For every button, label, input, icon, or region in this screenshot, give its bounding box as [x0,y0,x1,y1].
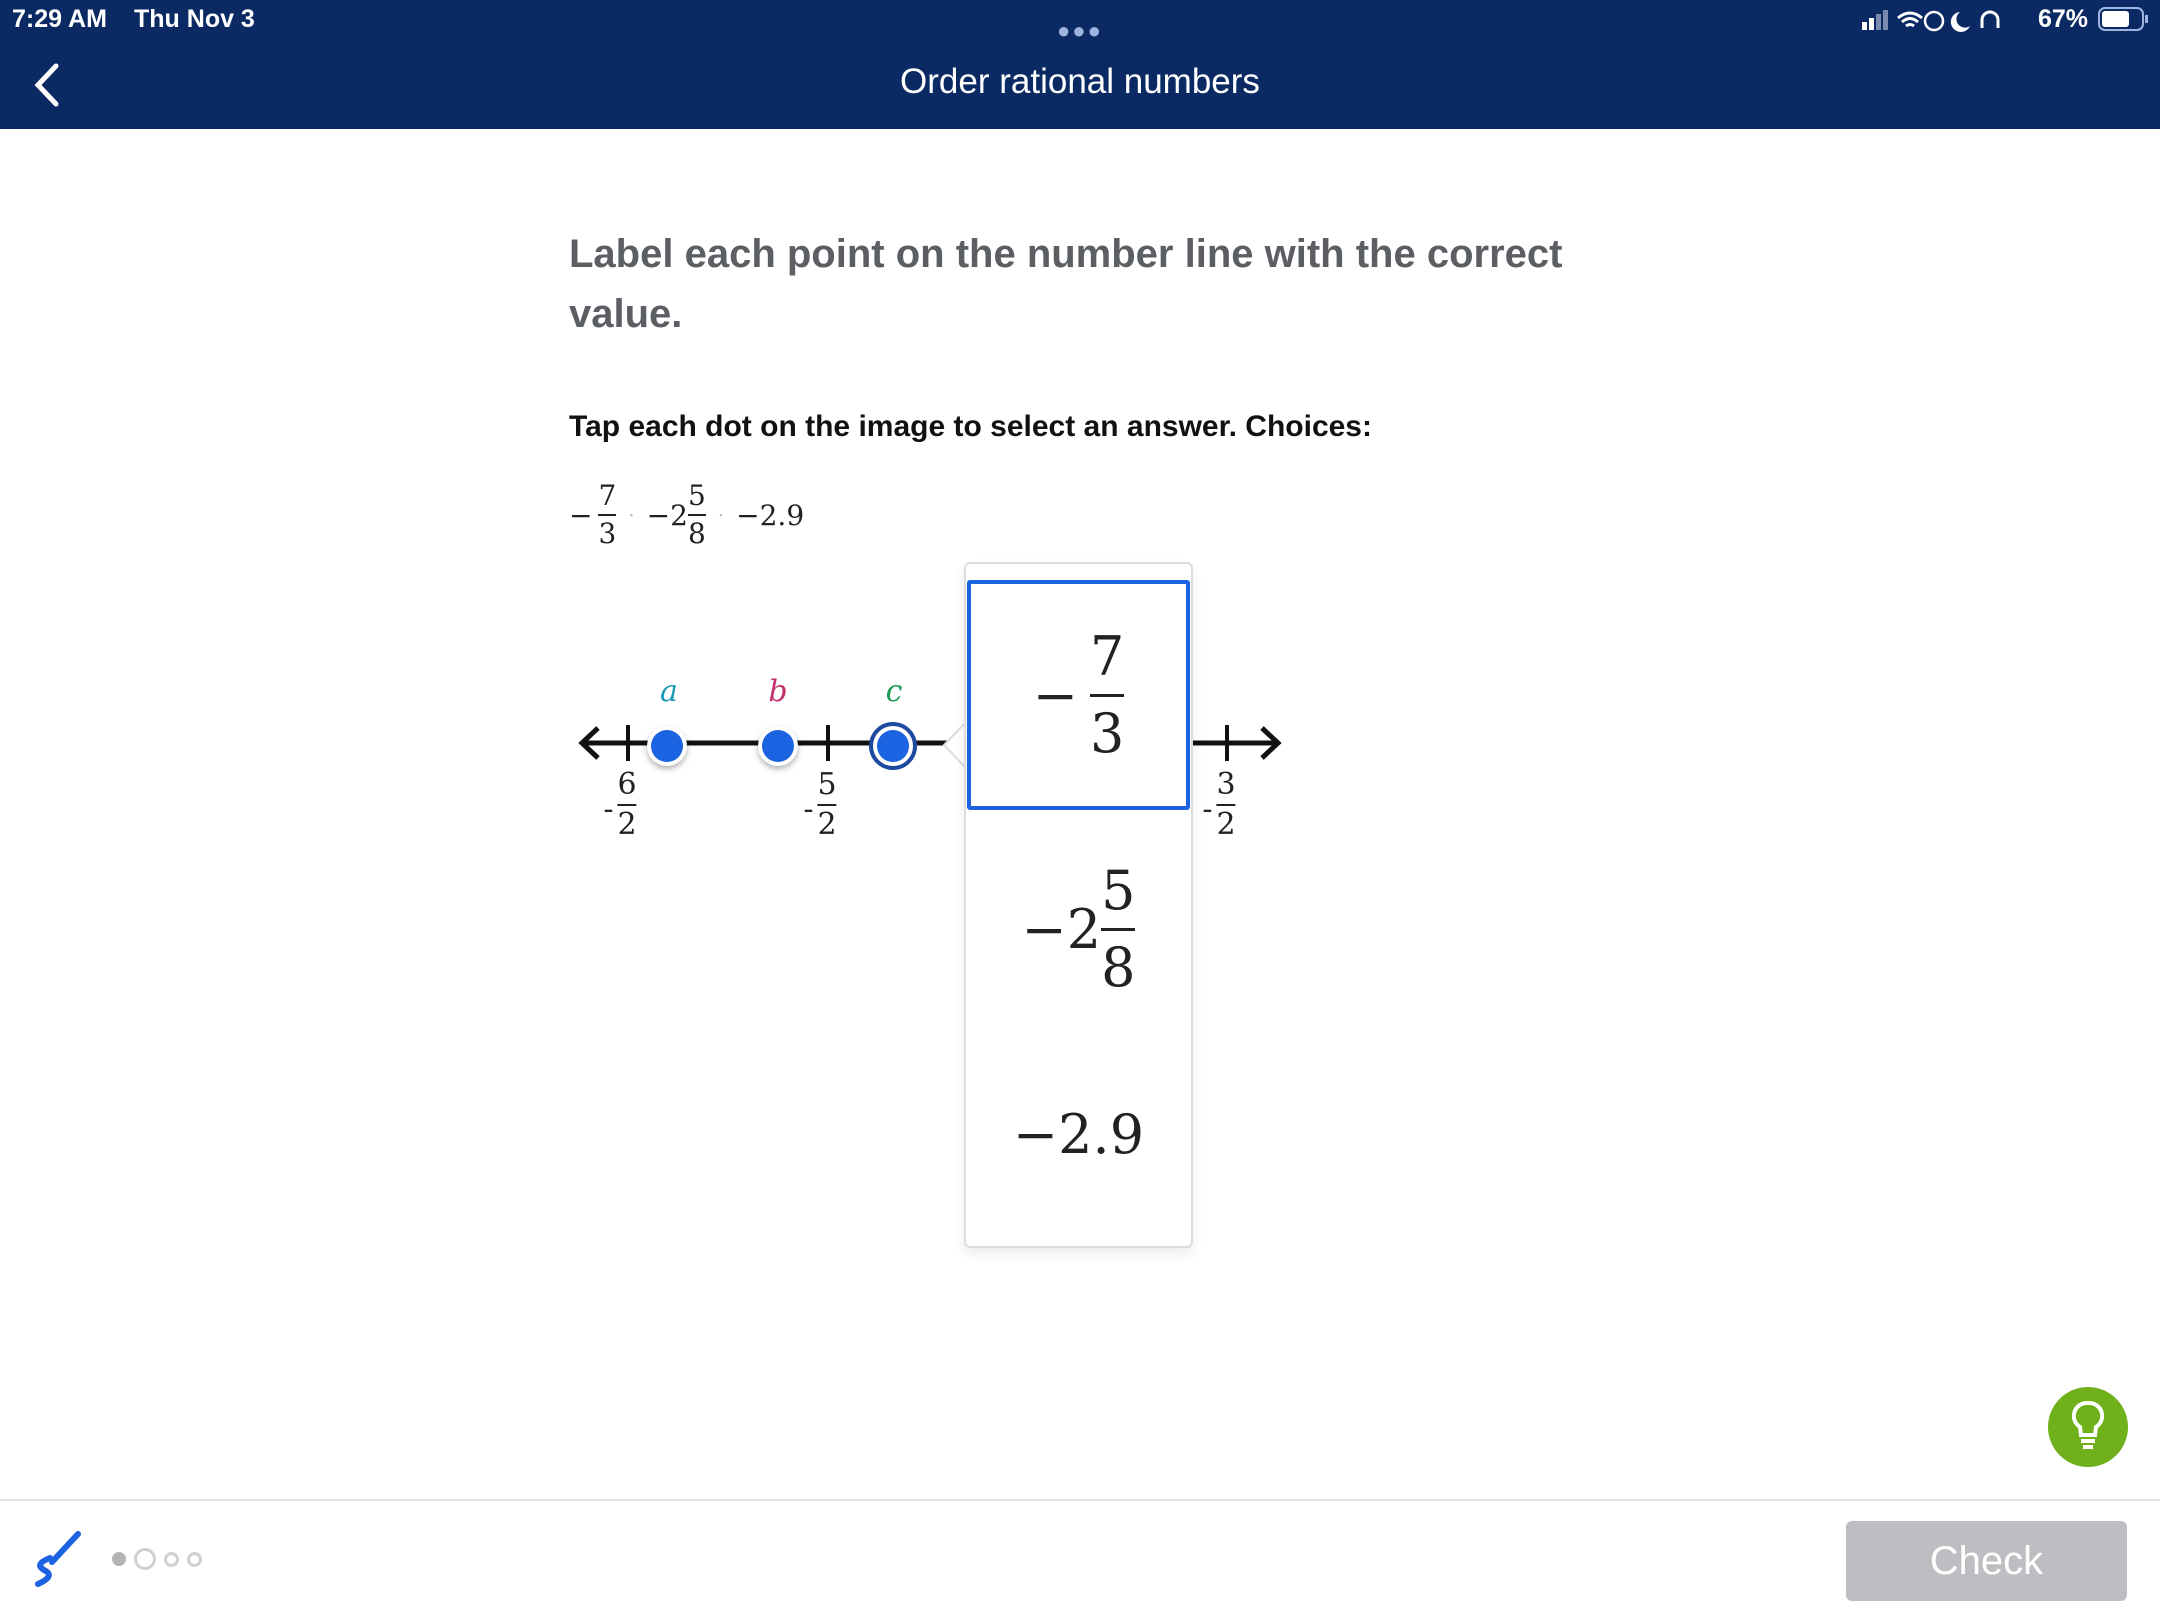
tick-label: -62 [603,767,637,842]
option-two-point-nine[interactable]: −2.9 [966,1054,1191,1214]
progress-dots [112,1548,202,1570]
progress-dot-current [134,1548,156,1570]
progress-dot [187,1551,202,1567]
point-b[interactable] [758,726,798,766]
answer-dropdown: −7 3 −2 5 8 −2.9 [964,562,1193,1248]
progress-dot [164,1551,179,1567]
footer-divider [0,1499,2160,1501]
check-button[interactable]: Check [1846,1521,2127,1601]
lightbulb-icon [2071,1400,2105,1449]
progress-dot-done [112,1552,126,1566]
tick-label: -32 [1202,767,1236,842]
point-a[interactable] [647,726,687,766]
option-two-five-eighths[interactable]: −2 5 8 [966,814,1191,1044]
point-c-label: c [885,674,903,709]
option-seven-thirds[interactable]: −7 3 [967,580,1190,810]
point-c[interactable] [869,722,917,770]
point-a-label: a [660,674,678,709]
hint-button[interactable] [2048,1387,2128,1467]
tick-label: -52 [803,767,837,842]
point-b-label: b [768,674,788,709]
scratchpad-pen-icon[interactable] [30,1530,85,1590]
